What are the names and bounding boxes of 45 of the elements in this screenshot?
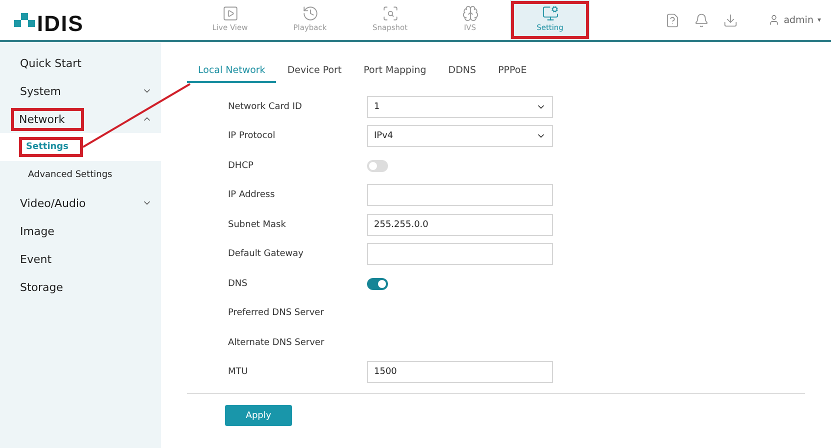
sidebar-subitem[interactable]: Settings (0, 133, 161, 161)
sidebar-item[interactable]: Quick Start (0, 49, 161, 77)
field-label: Subnet Mask (228, 220, 287, 230)
monitor-gear-icon (542, 5, 558, 22)
sidebar-item[interactable]: Network (0, 105, 161, 133)
field-label: IP Address (228, 190, 276, 200)
tab[interactable]: DDNS (437, 62, 488, 83)
replay-icon (302, 5, 318, 22)
field-label: IP Protocol (228, 131, 276, 142)
user-name: admin (784, 14, 814, 26)
input-field[interactable] (367, 243, 553, 266)
sidebar-subitem[interactable]: Advanced Settings (0, 161, 161, 189)
tab[interactable]: PPPoE (487, 62, 538, 83)
toggle-switch[interactable] (367, 160, 388, 172)
tab[interactable]: Port Mapping (352, 62, 438, 83)
field-label: Default Gateway (228, 249, 305, 260)
bell-icon[interactable] (694, 12, 709, 28)
download-icon[interactable] (722, 12, 738, 28)
field-label: MTU (228, 367, 249, 378)
video-icon (222, 5, 238, 22)
field-label: DHCP (228, 160, 254, 171)
input-field[interactable]: 255.255.0.0 (367, 214, 553, 236)
input-field[interactable] (367, 184, 553, 206)
toggle-switch[interactable] (367, 278, 388, 290)
logo-text: IDIS (37, 11, 84, 37)
field-label: DNS (228, 278, 248, 289)
field-label: Alternate DNS Server (228, 338, 326, 348)
field-label: Preferred DNS Server (228, 308, 325, 318)
logo-icon (14, 13, 35, 27)
user-icon (768, 14, 780, 26)
select-field[interactable]: IPv4 (367, 125, 553, 148)
select-field[interactable]: 1 (367, 96, 553, 118)
sidebar-item[interactable]: Event (0, 245, 161, 273)
field-label: Network Card ID (228, 102, 303, 112)
brain-icon (462, 5, 478, 22)
tab[interactable]: Device Port (276, 62, 353, 83)
sidebar-item[interactable]: Storage (0, 273, 161, 301)
sidebar-item[interactable]: Image (0, 217, 161, 245)
input-field[interactable]: 1500 (367, 361, 553, 384)
image-search-icon (382, 5, 398, 22)
sidebar-item[interactable]: System (0, 77, 161, 105)
apply-button[interactable]: Apply (225, 405, 292, 426)
help-document-icon[interactable] (664, 12, 680, 28)
sidebar-item[interactable]: Video/Audio (0, 189, 161, 217)
tab[interactable]: Local Network (187, 62, 276, 83)
